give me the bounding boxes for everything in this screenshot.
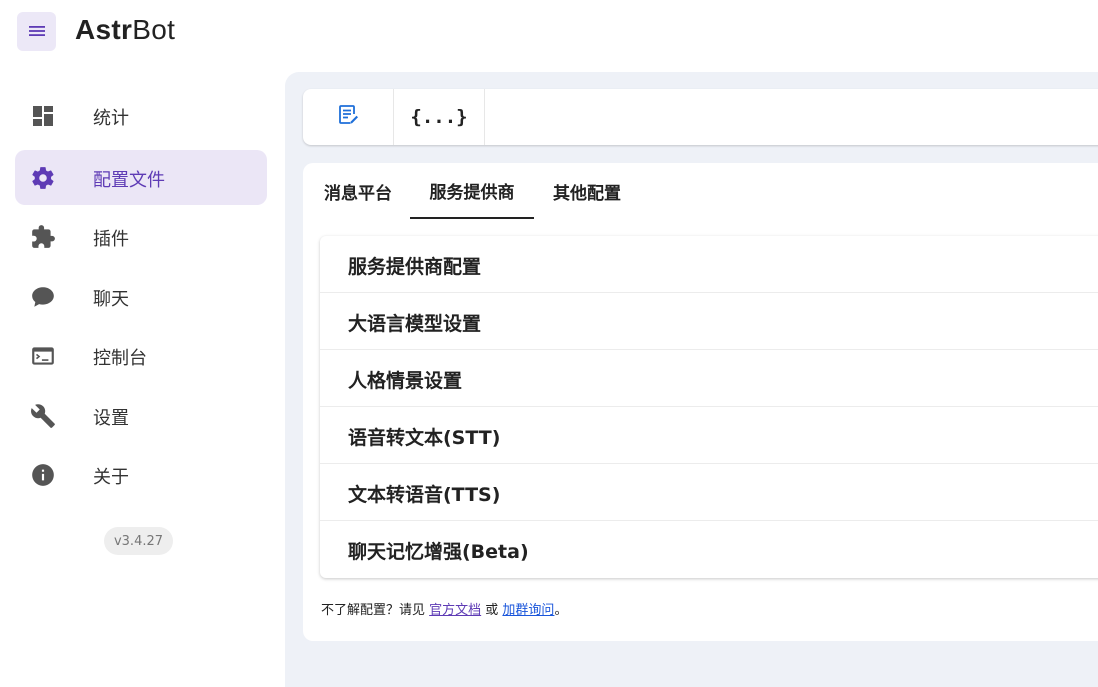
sidebar-item-settings[interactable]: 设置 [15, 388, 267, 443]
sidebar: 统计 配置文件 插件 聊天 控制台 设置 关于 v3.4.27 [0, 64, 285, 687]
join-group-link[interactable]: 加群询问 [502, 603, 554, 618]
visual-editor-button[interactable] [303, 89, 394, 145]
panel-title: 人格情景设置 [348, 370, 463, 392]
panel-provider-config[interactable]: 服务提供商配置 [320, 236, 1098, 293]
logo-bold: Astr [75, 14, 133, 45]
puzzle-icon [29, 223, 57, 251]
expansion-panels: 服务提供商配置 大语言模型设置 人格情景设置 语音转文本(STT) 文本转语音(… [320, 236, 1098, 578]
panel-memory-beta[interactable]: 聊天记忆增强(Beta) [320, 521, 1098, 578]
sidebar-item-label: 关于 [93, 467, 129, 488]
sidebar-item-chat[interactable]: 聊天 [15, 269, 267, 324]
version-badge: v3.4.27 [104, 527, 173, 555]
sidebar-item-label: 控制台 [93, 348, 147, 369]
sidebar-item-config[interactable]: 配置文件 [15, 150, 267, 205]
json-editor-button[interactable]: {...} [394, 89, 485, 145]
json-braces-icon: {...} [410, 106, 468, 128]
tab-other-config[interactable]: 其他配置 [540, 163, 634, 219]
sidebar-item-label: 设置 [93, 408, 129, 429]
gear-icon [29, 164, 57, 192]
panel-tts[interactable]: 文本转语音(TTS) [320, 464, 1098, 521]
sidebar-item-console[interactable]: 控制台 [15, 328, 267, 383]
footnote-middle: 或 [481, 603, 503, 618]
panel-title: 大语言模型设置 [348, 313, 482, 335]
config-tabs: 消息平台 服务提供商 其他配置 [303, 163, 1098, 219]
tab-service-provider[interactable]: 服务提供商 [410, 163, 534, 219]
hamburger-menu-icon [28, 22, 45, 41]
edit-document-icon [336, 103, 360, 131]
footnote-prefix: 不了解配置？请见 [321, 603, 430, 618]
panel-title: 语音转文本(STT) [348, 427, 501, 449]
sidebar-item-label: 插件 [93, 229, 129, 250]
info-icon [29, 461, 57, 489]
panel-title: 服务提供商配置 [348, 256, 482, 278]
panel-llm-settings[interactable]: 大语言模型设置 [320, 293, 1098, 350]
panel-title: 聊天记忆增强(Beta) [348, 541, 529, 563]
main-content: {...} 消息平台 服务提供商 其他配置 服务提供商配置 大语言模型设置 人格… [285, 72, 1098, 687]
menu-toggle-button[interactable] [17, 12, 56, 51]
sidebar-item-stats[interactable]: 统计 [15, 88, 267, 143]
help-footnote: 不了解配置？请见 官方文档 或 加群询问。 [321, 599, 567, 618]
sidebar-item-about[interactable]: 关于 [15, 447, 267, 502]
footnote-suffix: 。 [554, 603, 568, 618]
official-docs-link[interactable]: 官方文档 [429, 603, 481, 618]
sidebar-item-plugins[interactable]: 插件 [15, 209, 267, 264]
app-logo: AstrBot [75, 14, 175, 46]
logo-thin: Bot [132, 14, 176, 45]
terminal-icon [29, 342, 57, 370]
tab-message-platform[interactable]: 消息平台 [311, 163, 405, 219]
panel-persona-settings[interactable]: 人格情景设置 [320, 350, 1098, 407]
panel-stt[interactable]: 语音转文本(STT) [320, 407, 1098, 464]
dashboard-icon [29, 102, 57, 130]
sidebar-item-label: 配置文件 [93, 170, 165, 191]
chat-bubble-icon [29, 283, 57, 311]
config-card: 消息平台 服务提供商 其他配置 服务提供商配置 大语言模型设置 人格情景设置 语… [303, 163, 1098, 641]
sidebar-item-label: 聊天 [93, 289, 129, 310]
panel-title: 文本转语音(TTS) [348, 484, 501, 506]
sidebar-item-label: 统计 [93, 108, 129, 129]
editor-mode-toolbar: {...} [303, 89, 1098, 145]
top-bar: AstrBot [0, 0, 1098, 64]
wrench-icon [29, 402, 57, 430]
